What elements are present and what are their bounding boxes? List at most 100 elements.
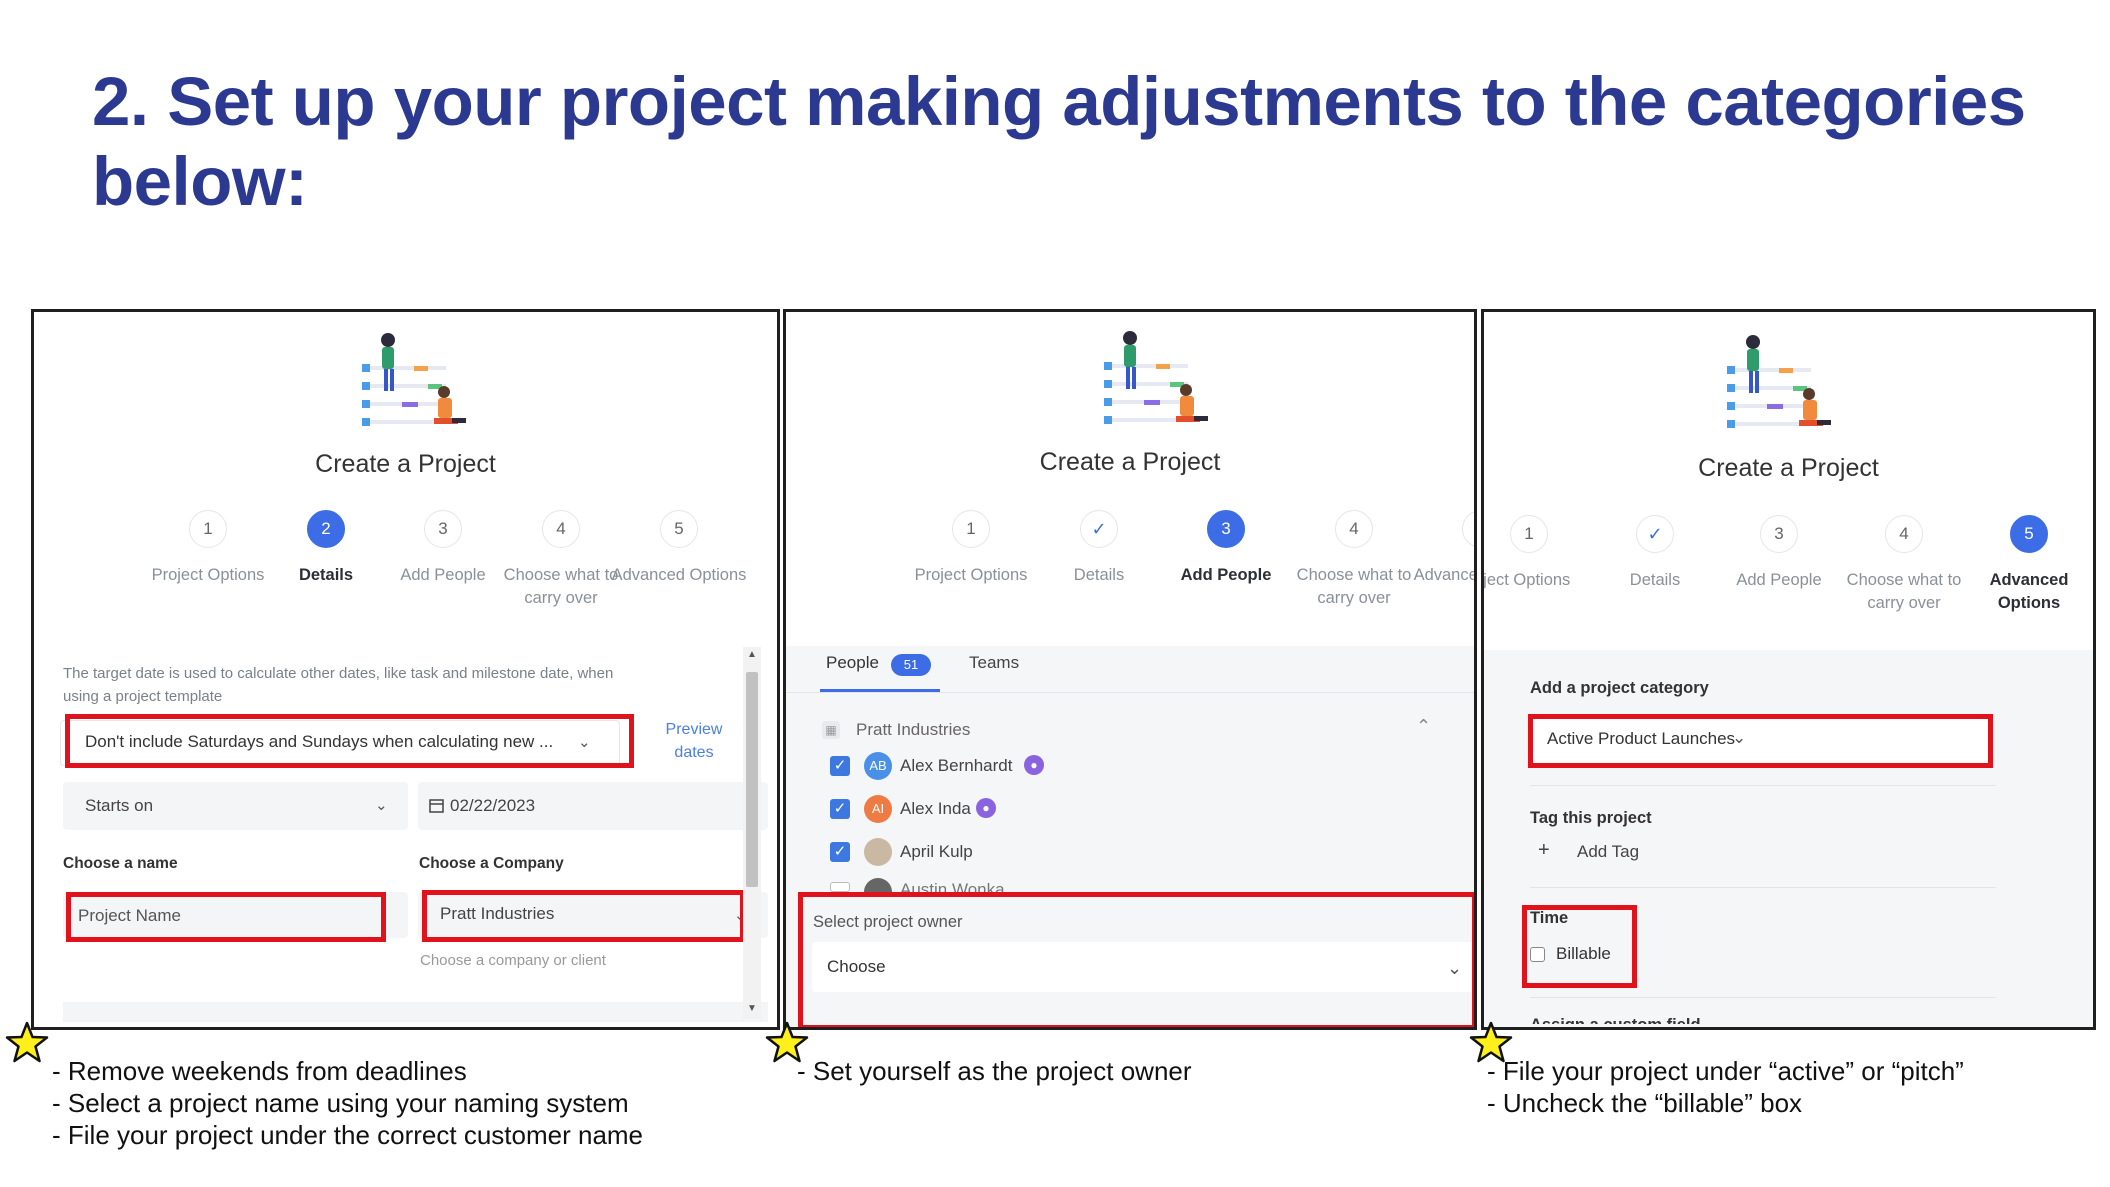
avatar: AB [864,752,892,780]
step-carry-over[interactable]: 4 Choose what to carry over [1284,510,1424,610]
divider [1530,785,1996,786]
calendar-icon [429,799,444,813]
tab-people-label: People [826,653,879,672]
person-name: Alex Inda [900,799,971,818]
plus-icon[interactable]: + [1538,839,1550,862]
avatar: AI [864,795,892,823]
note-item: - File your project under “active” or “p… [1487,1056,1964,1086]
person-name: Alex Bernhardt [900,756,1013,775]
person-name: Austin Wonka [900,880,1005,892]
create-project-illustration [1104,331,1208,424]
create-project-illustration [1727,335,1831,428]
step-add-people[interactable]: 3 Add People [1709,515,1849,592]
notes-column-1: - Remove weekends from deadlines - Selec… [52,1055,752,1151]
scroll-down-arrow[interactable]: ▼ [747,1003,757,1014]
step-number: 5 [660,510,698,548]
step-details[interactable]: ✓ Details [1029,510,1169,587]
step-label: Advanced Options [1989,571,2069,612]
note-item: - Set yourself as the project owner [797,1056,1192,1086]
note-item: - Select a project name using your namin… [52,1088,629,1118]
page-heading: 2. Set up your project making adjustment… [92,63,2026,220]
notes-column-2: - Set yourself as the project owner [797,1055,1457,1087]
user-role-icon: ● [976,798,996,818]
create-project-illustration [362,333,466,426]
step-number: 1 [1510,515,1548,553]
check-icon: ✓ [1080,510,1118,548]
step-number: 1 [952,510,990,548]
step-number: 5 [1462,510,1474,548]
step-label: Choose what to carry over [1846,571,1962,612]
person-checkbox[interactable]: ✓ [830,842,850,862]
step-add-people[interactable]: 3 Add People [1156,510,1296,587]
step-advanced-options[interactable]: 5 Advanced Options [609,510,749,587]
chevron-down-icon: ⌄ [375,797,388,814]
date-value: 02/22/2023 [450,796,536,815]
scrollbar-thumb[interactable] [746,672,758,887]
note-item: - Uncheck the “billable” box [1487,1088,1803,1118]
step-number: 4 [1885,515,1923,553]
highlight-company-select [422,890,745,942]
create-project-title: Create a Project [1698,454,1879,482]
step-label: Add People [1736,571,1822,589]
form-footer-bar [63,1002,768,1022]
step-label: Add People [1180,566,1272,584]
highlight-owner-select [798,892,1474,1027]
step-project-options[interactable]: 1 Project Options [901,510,1041,587]
person-checkbox[interactable]: ✓ [830,799,850,819]
person-checkbox[interactable] [830,882,850,892]
step-number: 3 [1760,515,1798,553]
tab-teams[interactable]: Teams [969,653,1019,673]
create-project-advanced-panel: Create a Project 1 oject Options ✓ Details… [1481,309,2096,1030]
highlight-weekend-select [65,714,634,768]
target-date-info: The target date is used to calculate oth… [63,665,614,705]
user-role-icon: ● [1024,755,1044,775]
tag-project-label: Tag this project [1530,809,1652,827]
create-project-details-panel: Create a Project 1 Project Options 2 Detai… [31,309,780,1030]
create-project-add-people-panel: Create a Project 1 Project Options ✓ Detai… [783,309,1477,1030]
add-tag-button[interactable]: Add Tag [1577,842,1639,862]
step-number: 2 [307,510,345,548]
highlight-billable [1522,905,1637,988]
person-name: April Kulp [900,842,973,861]
step-number: 5 [2010,515,2048,553]
step-number: 3 [424,510,462,548]
step-number: 1 [189,510,227,548]
star-icon [5,1021,49,1063]
divider [1530,997,1996,998]
step-label: Choose what to carry over [1296,566,1412,607]
person-checkbox[interactable]: ✓ [830,756,850,776]
step-number: 4 [542,510,580,548]
note-item: - Remove weekends from deadlines [52,1056,467,1086]
create-project-title: Create a Project [315,450,496,478]
highlight-category-select [1528,714,1993,768]
step-label: Details [1073,566,1125,584]
notes-column-3: - File your project under “active” or “p… [1487,1055,2097,1119]
preview-dates-link[interactable]: Preview dates [654,718,734,764]
company-group-name: Pratt Industries [856,720,971,739]
highlight-project-name [66,892,386,942]
scroll-up-arrow[interactable]: ▲ [747,649,757,660]
starts-on-value: Starts on [85,796,154,815]
step-label: Details [1629,571,1681,589]
step-details[interactable]: ✓ Details [1585,515,1725,592]
note-item: - File your project under the correct cu… [52,1120,644,1150]
chevron-up-icon[interactable]: ⌃ [1416,716,1431,737]
step-label: Advanced Options [1413,566,1477,584]
step-label: Project Options [914,566,1028,584]
step-advanced-options[interactable]: 5 Advanced Options [1959,515,2093,615]
company-hint: Choose a company or client [420,952,606,969]
avatar [864,838,892,866]
project-category-label: Add a project category [1530,679,1709,697]
building-icon: ▦ [822,721,840,739]
people-count-badge: 51 [891,654,931,676]
divider [1530,887,1996,888]
step-number: 3 [1207,510,1245,548]
custom-field-label: Assign a custom field [1530,1014,1701,1024]
step-number: 4 [1335,510,1373,548]
step-advanced-options[interactable]: 5 Advanced Options [1411,510,1477,587]
tabs-divider [786,692,1474,693]
step-carry-over[interactable]: 4 Choose what to carry over [1834,515,1974,615]
create-project-title: Create a Project [1039,448,1221,476]
choose-company-label: Choose a Company [419,855,564,872]
choose-name-label: Choose a name [63,855,178,872]
